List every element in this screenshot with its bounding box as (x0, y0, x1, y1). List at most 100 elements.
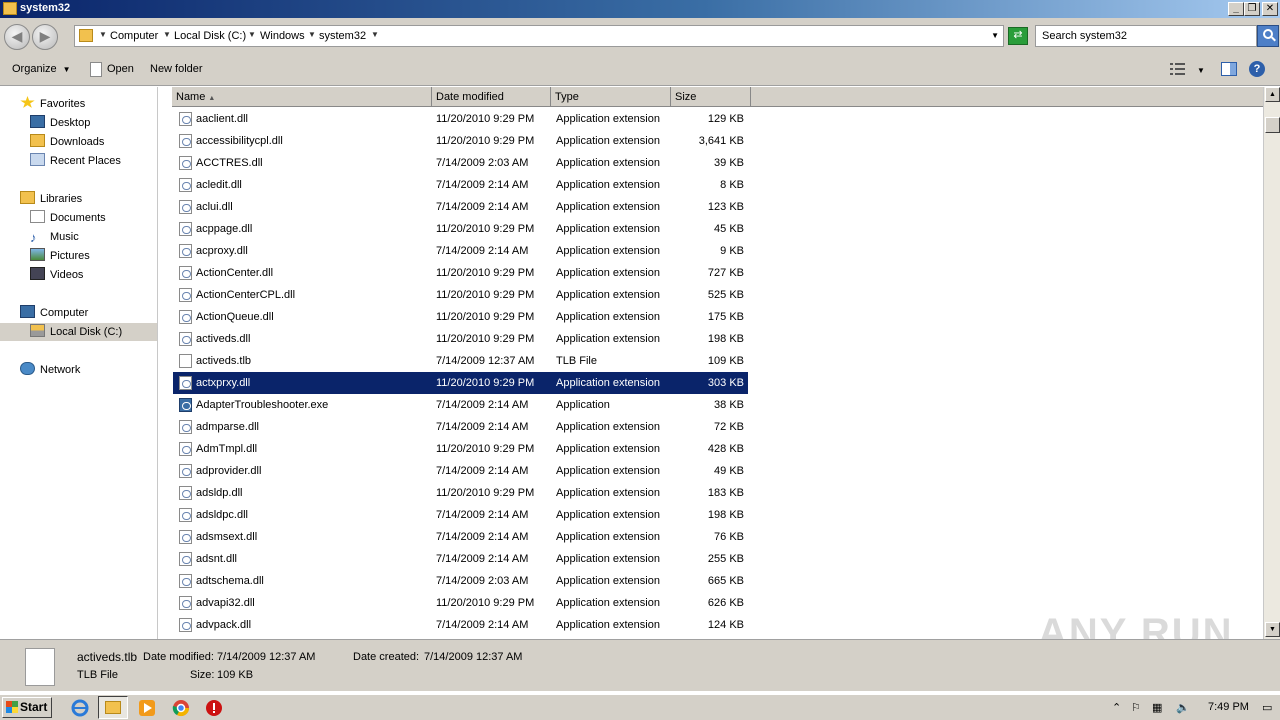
forward-button[interactable]: ▶ (32, 24, 58, 50)
table-row[interactable]: ActionCenterCPL.dll 11/20/2010 9:29 PM App… (173, 284, 748, 306)
table-row[interactable]: aclui.dll 7/14/2009 2:14 AM Application ex… (173, 196, 748, 218)
chrome-icon[interactable] (172, 699, 190, 717)
breadcrumb-arrow-icon[interactable]: ▼ (99, 30, 107, 39)
nav-favorites[interactable]: Favorites (20, 95, 85, 113)
internet-explorer-icon[interactable] (71, 699, 89, 717)
table-row[interactable]: advpack.dll 7/14/2009 2:14 AM Application … (173, 614, 748, 636)
table-row[interactable]: adprovider.dll 7/14/2009 2:14 AM Applicati… (173, 460, 748, 482)
organize-button[interactable]: Organize ▼ (12, 63, 71, 75)
help-icon[interactable]: ? (1249, 61, 1265, 77)
restore-button[interactable]: ❐ (1244, 2, 1260, 16)
table-row[interactable]: activeds.dll 11/20/2010 9:29 PM Applicatio… (173, 328, 748, 350)
breadcrumb-computer[interactable]: Computer (110, 30, 158, 42)
nav-computer[interactable]: Computer (20, 304, 88, 322)
nav-libraries[interactable]: Libraries (20, 190, 82, 208)
nav-pictures[interactable]: Pictures (30, 247, 90, 265)
nav-music[interactable]: ♪ Music (30, 228, 79, 246)
file-date-modified: 11/20/2010 9:29 PM (436, 311, 535, 323)
table-row[interactable]: adsnt.dll 7/14/2009 2:14 AM Application ex… (173, 548, 748, 570)
breadcrumb-arrow-icon[interactable]: ▼ (248, 30, 256, 39)
action-center-flag-icon[interactable]: ⚐ (1131, 701, 1141, 714)
table-row[interactable]: advapi32.dll 11/20/2010 9:29 PM Applicatio… (173, 592, 748, 614)
file-name: accessibilitycpl.dll (196, 135, 283, 147)
table-row[interactable]: adsldp.dll 11/20/2010 9:29 PM Application … (173, 482, 748, 504)
table-row[interactable]: adtschema.dll 7/14/2009 2:03 AM Applicatio… (173, 570, 748, 592)
preview-pane-icon[interactable] (1221, 62, 1237, 76)
column-header-type[interactable]: Type (551, 87, 671, 107)
dll-file-icon (179, 486, 192, 500)
file-type: TLB File (556, 355, 597, 367)
table-row[interactable]: acppage.dll 11/20/2010 9:29 PM Application… (173, 218, 748, 240)
table-row[interactable]: aaclient.dll 11/20/2010 9:29 PM Applicatio… (173, 108, 748, 130)
clock[interactable]: 7:49 PM (1208, 701, 1249, 713)
scroll-down-icon[interactable]: ▼ (1265, 622, 1280, 637)
address-row: ◀ ▶ ▼ Computer ▼ Local Disk (C:) ▼ Windo… (0, 18, 1280, 54)
file-size: 303 KB (707, 377, 744, 389)
table-row[interactable]: accessibilitycpl.dll 11/20/2010 9:29 PM Ap… (173, 130, 748, 152)
table-row[interactable]: ActionCenter.dll 11/20/2010 9:29 PM Applic… (173, 262, 748, 284)
breadcrumb-system32[interactable]: system32 (319, 30, 366, 42)
application-icon (179, 398, 192, 412)
column-header-name[interactable]: Name ▲ (172, 87, 432, 107)
table-row[interactable]: admparse.dll 7/14/2009 2:14 AM Application… (173, 416, 748, 438)
nav-local-disk[interactable]: Local Disk (C:) (30, 323, 122, 341)
breadcrumb-local-disk[interactable]: Local Disk (C:) (174, 30, 246, 42)
file-date-modified: 7/14/2009 2:14 AM (436, 421, 529, 433)
start-button[interactable]: Start (2, 697, 52, 718)
file-name: actxprxy.dll (196, 377, 251, 389)
breadcrumb-windows[interactable]: Windows (260, 30, 305, 42)
network-tray-icon[interactable]: ▦ (1152, 701, 1162, 714)
file-type: Application extension (556, 113, 660, 125)
vertical-scrollbar[interactable]: ▲ ▼ (1263, 87, 1280, 639)
desktop-icon (30, 115, 45, 128)
nav-downloads[interactable]: Downloads (30, 133, 104, 151)
breadcrumb-arrow-icon[interactable]: ▼ (371, 30, 379, 39)
back-button[interactable]: ◀ (4, 24, 30, 50)
minimize-button[interactable]: _ (1228, 2, 1244, 16)
scroll-thumb[interactable] (1265, 117, 1280, 133)
table-row[interactable]: adsldpc.dll 7/14/2009 2:14 AM Application … (173, 504, 748, 526)
details-size-value: 109 KB (217, 669, 254, 681)
table-row[interactable]: activeds.tlb 7/14/2009 12:37 AM TLB File 10… (173, 350, 748, 372)
address-dropdown-icon[interactable]: ▼ (991, 31, 999, 40)
nav-network[interactable]: Network (20, 361, 80, 379)
table-row[interactable]: ActionQueue.dll 11/20/2010 9:29 PM Applica… (173, 306, 748, 328)
search-icon[interactable] (1257, 25, 1279, 47)
explorer-taskbar-button[interactable] (98, 696, 128, 719)
nav-videos[interactable]: Videos (30, 266, 83, 284)
nav-desktop[interactable]: Desktop (30, 114, 90, 132)
table-row[interactable]: AdmTmpl.dll 11/20/2010 9:29 PM Application… (173, 438, 748, 460)
media-player-icon[interactable] (138, 699, 156, 717)
open-button[interactable]: Open (107, 63, 134, 75)
file-size: 123 KB (707, 201, 744, 213)
breadcrumb-arrow-icon[interactable]: ▼ (308, 30, 316, 39)
column-header-size[interactable]: Size (671, 87, 751, 107)
scroll-up-icon[interactable]: ▲ (1265, 87, 1280, 102)
file-type: Application extension (556, 223, 660, 235)
stop-icon[interactable] (205, 699, 223, 717)
nav-recent-places[interactable]: Recent Places (30, 152, 121, 170)
table-row[interactable]: acledit.dll 7/14/2009 2:14 AM Application … (173, 174, 748, 196)
new-folder-button[interactable]: New folder (150, 63, 203, 75)
table-row[interactable]: AdapterTroubleshooter.exe 7/14/2009 2:14 … (173, 394, 748, 416)
nav-documents[interactable]: Documents (30, 209, 106, 227)
address-bar[interactable]: ▼ Computer ▼ Local Disk (C:) ▼ Windows ▼… (74, 25, 1004, 47)
column-header-date[interactable]: Date modified (432, 87, 551, 107)
volume-icon[interactable]: 🔈 (1176, 701, 1190, 714)
view-details-icon[interactable] (1170, 62, 1186, 76)
file-size: 45 KB (714, 223, 744, 235)
search-input[interactable]: Search system32 (1035, 25, 1257, 47)
show-desktop-icon[interactable]: ▭ (1262, 701, 1272, 714)
table-row[interactable]: actxprxy.dll 11/20/2010 9:29 PM Applicatio… (173, 372, 748, 394)
tray-expand-icon[interactable]: ⌃ (1112, 701, 1121, 714)
table-row[interactable]: acproxy.dll 7/14/2009 2:14 AM Application … (173, 240, 748, 262)
refresh-icon[interactable]: ⇄ (1008, 27, 1028, 45)
breadcrumb-arrow-icon[interactable]: ▼ (163, 30, 171, 39)
table-row[interactable]: ACCTRES.dll 7/14/2009 2:03 AM Application … (173, 152, 748, 174)
file-type: Application extension (556, 443, 660, 455)
file-type: Application extension (556, 487, 660, 499)
table-row[interactable]: adsmsext.dll 7/14/2009 2:14 AM Application… (173, 526, 748, 548)
videos-icon (30, 267, 45, 280)
view-dropdown-icon[interactable]: ▼ (1197, 66, 1205, 75)
close-button[interactable]: ✕ (1262, 2, 1278, 16)
